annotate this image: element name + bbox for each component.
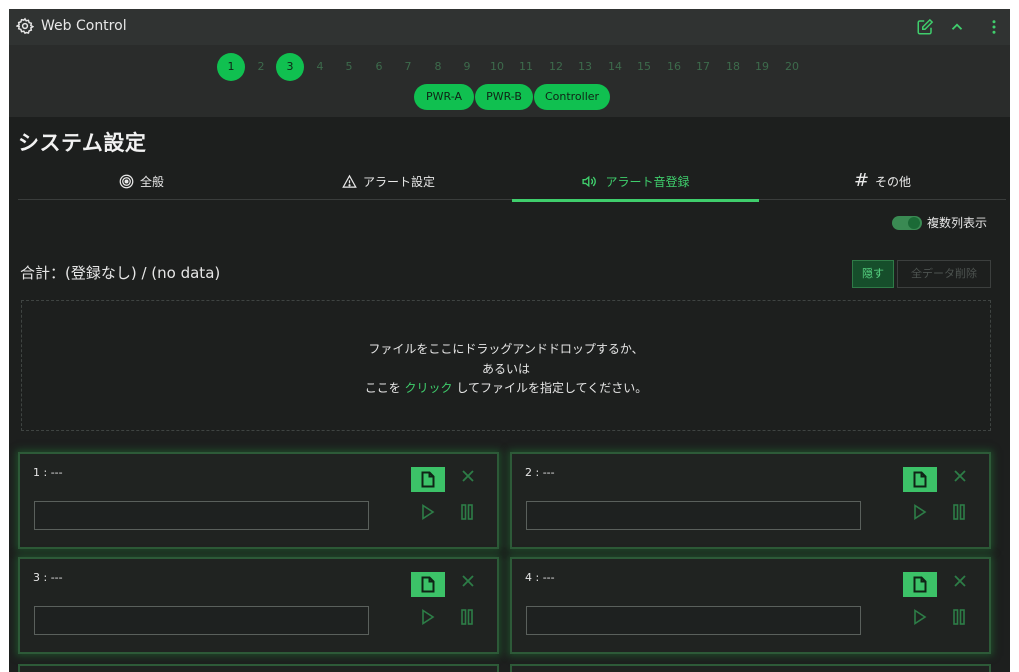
group-pwr-a-button[interactable]: PWR-A <box>414 84 474 110</box>
select-file-button[interactable] <box>411 467 445 492</box>
settings-tabs: 全般 アラート設定 アラート音登録 # その他 <box>18 162 1006 202</box>
dropzone-click-link[interactable]: クリック <box>405 381 453 395</box>
dropzone-line-1: ファイルをここにドラッグアンドドロップするか、 <box>368 342 644 356</box>
slot-label: 2 : --- <box>525 466 555 479</box>
dropzone-line-2: あるいは <box>481 362 530 376</box>
sound-slot-partial <box>510 664 991 672</box>
close-icon[interactable] <box>461 574 475 588</box>
dropzone-prefix: ここを <box>364 381 405 395</box>
tab-alert-sound-label: アラート音登録 <box>605 174 690 189</box>
tab-general[interactable]: 全般 <box>18 162 265 200</box>
sound-slot: 1 : --- <box>18 452 499 549</box>
play-icon[interactable] <box>913 504 927 520</box>
channel-14-button[interactable]: 14 <box>601 53 629 81</box>
channel-12-button[interactable]: 12 <box>542 53 570 81</box>
pause-icon[interactable] <box>461 504 473 520</box>
sound-slot-partial <box>18 664 499 672</box>
warning-icon <box>342 174 357 188</box>
channel-8-button[interactable]: 8 <box>424 53 452 81</box>
speaker-icon <box>582 175 597 187</box>
tab-general-label: 全般 <box>139 174 164 189</box>
file-icon <box>421 576 435 593</box>
channel-10-button[interactable]: 10 <box>483 53 511 81</box>
close-icon[interactable] <box>953 469 967 483</box>
channel-6-button[interactable]: 6 <box>365 53 393 81</box>
pause-icon[interactable] <box>461 609 473 625</box>
channel-7-button[interactable]: 7 <box>394 53 422 81</box>
channel-2-button[interactable]: 2 <box>247 53 275 81</box>
dropzone-line-3: ここを クリック してファイルを指定してください。 <box>22 379 990 396</box>
sound-slot: 2 : --- <box>510 452 991 549</box>
close-icon[interactable] <box>953 574 967 588</box>
multi-column-toggle[interactable] <box>892 216 922 230</box>
channel-9-button[interactable]: 9 <box>453 53 481 81</box>
channel-5-button[interactable]: 5 <box>335 53 363 81</box>
pause-icon[interactable] <box>953 504 965 520</box>
sound-slot: 3 : --- <box>18 557 499 654</box>
file-icon <box>913 576 927 593</box>
select-file-button[interactable] <box>411 572 445 597</box>
select-file-button[interactable] <box>903 572 937 597</box>
play-icon[interactable] <box>421 609 435 625</box>
tab-other[interactable]: # その他 <box>759 162 1006 200</box>
page-title: システム設定 <box>18 131 147 155</box>
gear-icon[interactable] <box>15 17 35 35</box>
slot-label: 4 : --- <box>525 571 555 584</box>
close-icon[interactable] <box>461 469 475 483</box>
kebab-menu-icon[interactable] <box>985 18 1003 36</box>
channel-15-button[interactable]: 15 <box>630 53 658 81</box>
channel-selector: 1 2 3 4 5 6 7 8 9 10 11 12 13 14 15 16 17 18 19 20 PWR-A PW… <box>9 45 1010 117</box>
channel-1-button[interactable]: 1 <box>217 53 245 81</box>
channel-18-button[interactable]: 18 <box>719 53 747 81</box>
file-dropzone[interactable]: ファイルをここにドラッグアンドドロップするか、 あるいは ここを クリック して… <box>21 300 991 431</box>
channel-16-button[interactable]: 16 <box>660 53 688 81</box>
tab-alert-settings-label: アラート設定 <box>362 174 435 189</box>
slot-filename-field[interactable] <box>34 501 369 530</box>
pause-icon[interactable] <box>953 609 965 625</box>
edit-icon[interactable] <box>916 18 934 36</box>
group-pwr-b-button[interactable]: PWR-B <box>475 84 533 110</box>
group-controller-button[interactable]: Controller <box>534 84 610 110</box>
sound-slot: 4 : --- <box>510 557 991 654</box>
channel-13-button[interactable]: 13 <box>571 53 599 81</box>
hash-icon: # <box>853 170 870 191</box>
toggle-knob <box>908 217 920 229</box>
slot-label: 3 : --- <box>33 571 63 584</box>
channel-11-button[interactable]: 11 <box>512 53 540 81</box>
play-icon[interactable] <box>421 504 435 520</box>
select-file-button[interactable] <box>903 467 937 492</box>
web-control-window: Web Control 1 2 3 4 5 6 7 8 9 10 11 12 13 14 15 16 17 18 1… <box>9 9 1010 672</box>
multi-column-label: 複数列表示 <box>927 216 988 230</box>
chevron-up-icon[interactable] <box>948 18 966 36</box>
channel-20-button[interactable]: 20 <box>778 53 806 81</box>
slot-label: 1 : --- <box>33 466 63 479</box>
channel-4-button[interactable]: 4 <box>306 53 334 81</box>
hide-button[interactable]: 隠す <box>852 260 894 288</box>
slot-filename-field[interactable] <box>526 501 861 530</box>
channel-19-button[interactable]: 19 <box>748 53 776 81</box>
title-bar: Web Control <box>9 9 1010 45</box>
channel-group-row: PWR-A PWR-B Controller <box>9 84 1010 110</box>
tab-other-label: その他 <box>875 174 912 189</box>
channel-3-button[interactable]: 3 <box>276 53 304 81</box>
target-icon <box>119 174 134 188</box>
channel-17-button[interactable]: 17 <box>689 53 717 81</box>
channel-number-row: 1 2 3 4 5 6 7 8 9 10 11 12 13 14 15 16 17 18 19 20 <box>9 53 1010 81</box>
window-title: Web Control <box>41 18 127 34</box>
dropzone-suffix: してファイルを指定してください。 <box>452 381 648 395</box>
slot-filename-field[interactable] <box>34 606 369 635</box>
delete-all-button[interactable]: 全データ削除 <box>897 260 991 288</box>
play-icon[interactable] <box>913 609 927 625</box>
slot-filename-field[interactable] <box>526 606 861 635</box>
file-icon <box>913 471 927 488</box>
total-summary: 合計：(登録なし) / (no data) <box>20 264 221 282</box>
tab-alert-sound[interactable]: アラート音登録 <box>512 162 759 202</box>
tab-alert-settings[interactable]: アラート設定 <box>265 162 512 200</box>
file-icon <box>421 471 435 488</box>
